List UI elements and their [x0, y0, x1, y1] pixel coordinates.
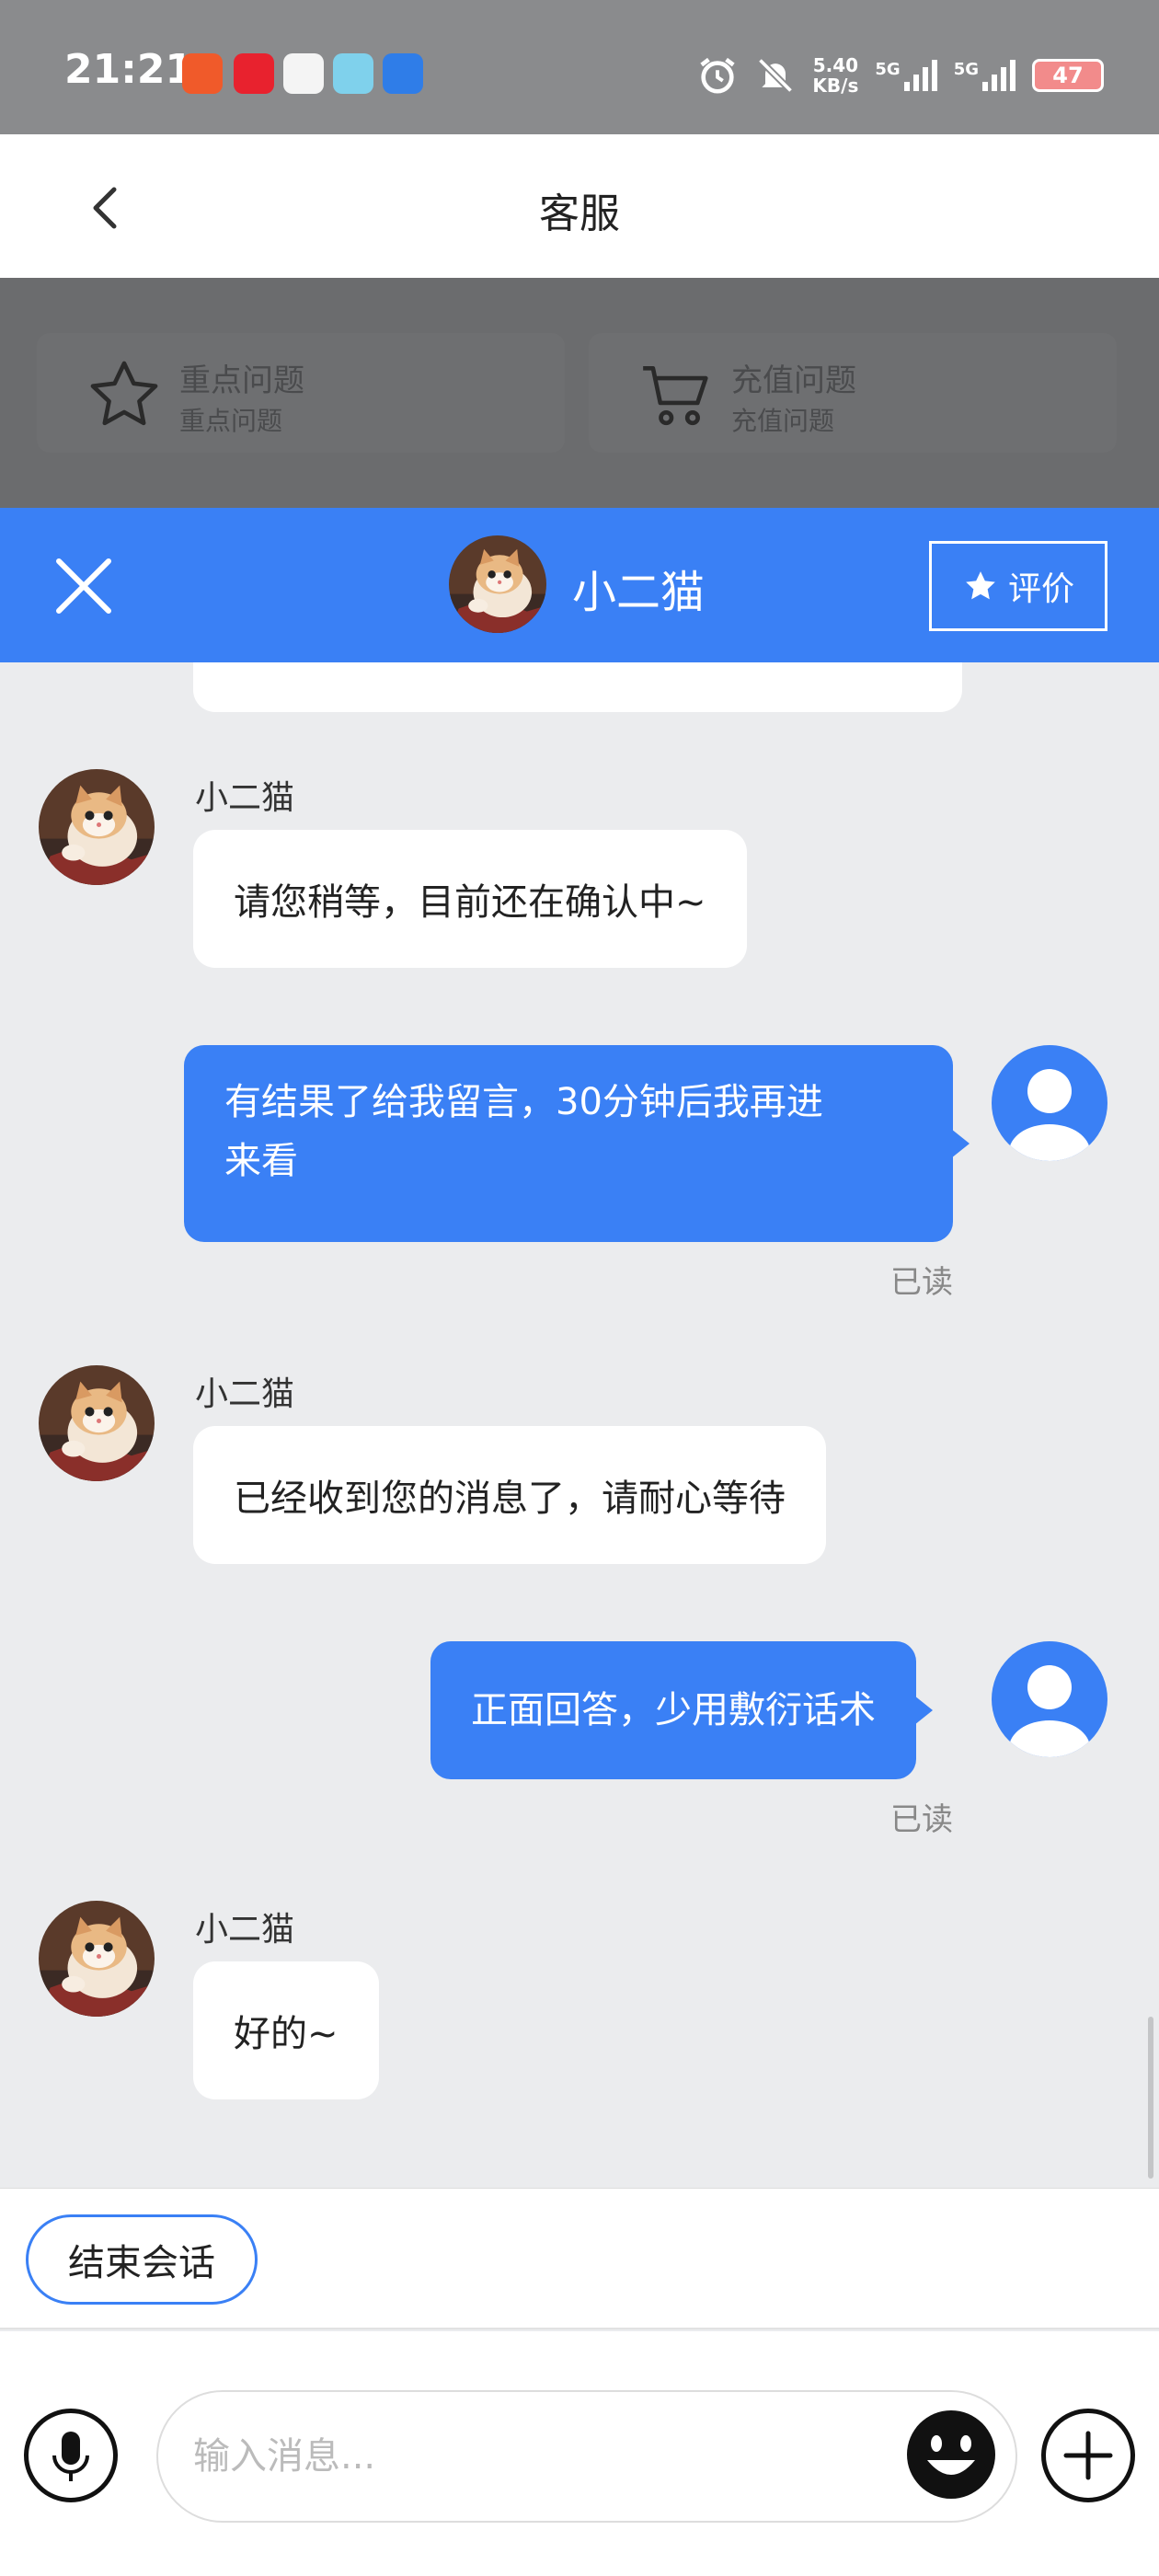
chat-header: 小二猫 评价	[0, 508, 1159, 662]
user-avatar	[992, 1045, 1107, 1161]
read-status: 已读	[890, 1801, 953, 1838]
shortcut-title: 充值问题	[731, 362, 856, 399]
message-line: 来看	[224, 1140, 298, 1182]
chat-message-list[interactable]: 小二猫 请您稍等，目前还在确认中~ 有结果了给我留言，30分钟后我再进 来看 已…	[0, 662, 1159, 2188]
signal-label: 5G	[875, 60, 901, 79]
microphone-icon	[52, 2432, 89, 2481]
agent-avatar	[39, 1365, 155, 1481]
star-icon	[966, 571, 995, 600]
message-bubble-partial	[193, 662, 962, 712]
app-notification-icon	[182, 53, 223, 94]
shortcut-subtitle: 充值问题	[731, 406, 835, 436]
agent-avatar	[39, 1901, 155, 2017]
rate-label: 评价	[1007, 570, 1074, 608]
alarm-icon	[700, 57, 736, 94]
message-bubble-agent: 请您稍等，目前还在确认中~	[193, 830, 747, 968]
page-title: 客服	[539, 190, 620, 237]
net-speed-unit: KB/s	[812, 75, 859, 97]
scrollbar[interactable]	[1148, 2017, 1153, 2179]
faq-shortcuts: 重点问题 重点问题 充值问题 充值问题	[0, 278, 1159, 508]
agent-name: 小二猫	[572, 567, 706, 618]
status-bar: 21:21 5.40 KB/s 5G 5G 47	[0, 0, 1159, 134]
signal-icon: 5G	[875, 60, 937, 91]
sender-name: 小二猫	[195, 779, 295, 817]
app-notification-icon	[333, 53, 373, 94]
message-line: 有结果了给我留言，30分钟后我再进	[224, 1081, 823, 1123]
signal-icon: 5G	[954, 60, 1016, 91]
signal-label: 5G	[953, 60, 979, 79]
close-icon[interactable]	[52, 554, 116, 618]
plus-icon	[1063, 2431, 1113, 2480]
app-notification-icon	[283, 53, 324, 94]
message-bubble-user: 有结果了给我留言，30分钟后我再进 来看	[184, 1045, 970, 1242]
rate-button[interactable]: 评价	[929, 541, 1107, 631]
net-speed-value: 5.40	[812, 54, 859, 76]
shortcut-subtitle: 重点问题	[179, 406, 283, 436]
quick-action-bar: 结束会话	[0, 2188, 1159, 2329]
shortcut-recharge-issues[interactable]: 充值问题 充值问题	[589, 333, 1117, 453]
message-bubble-user: 正面回答，少用敷衍话术	[430, 1641, 933, 1779]
shortcut-title: 重点问题	[179, 362, 304, 399]
top-nav-bar: 客服	[0, 134, 1159, 278]
user-avatar	[992, 1641, 1107, 1757]
net-speed: 5.40 KB/s	[812, 55, 858, 96]
agent-avatar	[39, 769, 155, 885]
read-status: 已读	[890, 1264, 953, 1301]
agent-avatar	[449, 535, 546, 633]
more-options-button[interactable]	[1041, 2409, 1135, 2502]
end-session-button[interactable]: 结束会话	[26, 2214, 258, 2305]
shortcut-key-issues[interactable]: 重点问题 重点问题	[37, 333, 565, 453]
cart-icon	[643, 366, 708, 426]
message-bubble-agent: 好的~	[193, 1961, 379, 2099]
emoji-icon[interactable]	[901, 2405, 1001, 2504]
message-input[interactable]: 输入消息...	[156, 2390, 1017, 2523]
app-notification-icon	[234, 53, 274, 94]
message-input-bar: 输入消息...	[0, 2331, 1159, 2576]
battery-icon: 47	[1032, 59, 1104, 92]
mute-bell-icon	[758, 57, 794, 94]
sender-name: 小二猫	[195, 1911, 295, 1949]
message-bubble-agent: 已经收到您的消息了，请耐心等待	[193, 1426, 826, 1564]
voice-button[interactable]	[24, 2409, 118, 2502]
star-outline-icon	[90, 361, 158, 426]
app-notification-icon	[383, 53, 423, 94]
sender-name: 小二猫	[195, 1375, 295, 1413]
status-time: 21:21	[64, 46, 194, 93]
